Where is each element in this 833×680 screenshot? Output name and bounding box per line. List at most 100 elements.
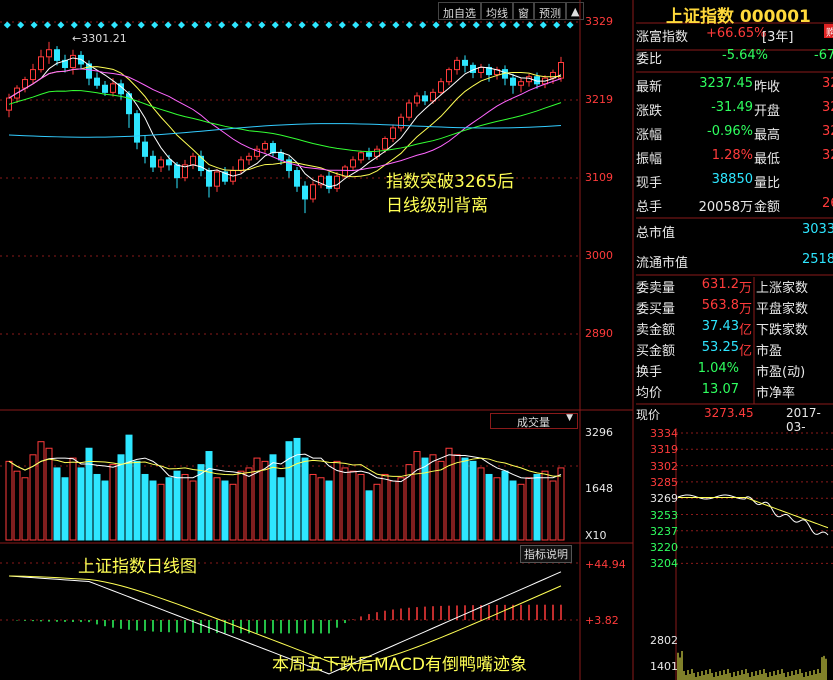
quote-row: 委比 -5.64% -67: [636, 48, 833, 70]
quote-row-value: 37.43: [702, 319, 739, 334]
quote-row-unit: 亿: [739, 319, 752, 338]
quote-row-unit: 亿: [739, 340, 752, 359]
quote-row-value: 631.2: [702, 277, 739, 292]
quote-row-value: 53.25: [702, 340, 739, 355]
volume-bar: [510, 481, 516, 540]
event-marker: [285, 21, 292, 28]
volume-bar: [358, 474, 364, 540]
volume-bar: [62, 478, 68, 540]
quote-row-label: 最低: [754, 148, 780, 167]
volume-bar: [310, 474, 316, 540]
candle-body: [167, 160, 172, 165]
intraday-axis-label: 3319: [650, 443, 678, 456]
candle-body: [407, 103, 412, 117]
candle-body: [511, 78, 516, 85]
collapse-arrow-icon[interactable]: ▲: [566, 2, 584, 20]
volume-bar: [70, 458, 76, 540]
quote-row-value: 3237.45: [699, 76, 753, 91]
candle-body: [391, 128, 396, 139]
volume-bar: [518, 484, 524, 540]
candle-body: [55, 50, 60, 61]
quote-row-label: 流通市值: [636, 256, 688, 271]
quote-row: 最新 3237.45 昨收 32: [636, 76, 833, 100]
volume-bar: [494, 478, 500, 540]
volume-bar: [134, 461, 140, 540]
forecast-button[interactable]: 预测: [534, 2, 566, 20]
event-marker: [406, 21, 413, 28]
volume-bar: [78, 468, 84, 540]
add-favorite-button[interactable]: 加自选: [438, 2, 481, 20]
event-marker: [325, 21, 332, 28]
price-axis-label: 3219: [585, 93, 613, 106]
event-marker: [513, 21, 520, 28]
moving-average-line: [9, 124, 561, 138]
indicator-selector-label: 成交量: [517, 416, 550, 429]
quote-row-label: 上涨家数: [756, 277, 808, 296]
moving-average-line: [9, 67, 561, 177]
quote-row-label: 市盈(动): [756, 361, 805, 380]
indicator-help-button[interactable]: 指标说明: [520, 545, 572, 563]
volume-bar: [390, 481, 396, 540]
volume-bar: [534, 474, 540, 540]
quote-row-unit: 万: [739, 277, 752, 296]
volume-bar: [278, 478, 284, 540]
volume-bar: [110, 465, 116, 540]
intraday-axis-label: 3220: [650, 541, 678, 554]
event-marker: [366, 21, 373, 28]
candle-body: [367, 153, 372, 157]
volume-bar: [302, 458, 308, 540]
event-marker: [500, 21, 507, 28]
intraday-axis-label: 3237: [650, 525, 678, 538]
candle-body: [351, 160, 356, 167]
event-marker: [57, 21, 64, 28]
quote-row-label: 最新: [636, 80, 662, 95]
candle-body: [359, 153, 364, 160]
annotation-line: 日线级别背离: [386, 194, 514, 218]
volume-bar: [198, 465, 204, 540]
volume-bar: [366, 491, 372, 540]
volume-bar: [22, 478, 28, 540]
event-marker: [151, 21, 158, 28]
candle-body: [295, 171, 300, 187]
event-marker: [71, 21, 78, 28]
event-marker: [205, 21, 212, 28]
candle-body: [143, 142, 148, 156]
volume-bar: [446, 448, 452, 540]
price-axis-label: 3329: [585, 15, 613, 28]
quote-row: 总市值 3033: [636, 222, 833, 252]
quote-row-value: 32: [822, 100, 833, 115]
quote-row-value: -67: [814, 48, 833, 63]
moving-average-button[interactable]: 均线: [481, 2, 513, 20]
quote-row-label: 委比: [636, 52, 662, 67]
window-button[interactable]: 窗: [513, 2, 534, 20]
candle-body: [335, 176, 340, 188]
event-marker: [245, 21, 252, 28]
quote-row: 现手 38850 量比: [636, 172, 833, 196]
price-axis-label: 3000: [585, 249, 613, 262]
quote-summary: 涨富指数 +66.65% [3年] 委比 -5.64% -67: [636, 26, 833, 70]
volume-bar: [342, 468, 348, 540]
candle-body: [103, 85, 108, 92]
candle-body: [519, 82, 524, 86]
intraday-axis-label: 3269: [650, 492, 678, 505]
candle-body: [303, 186, 308, 199]
candle-body: [135, 114, 140, 142]
quote-row-unit: 万: [739, 298, 752, 317]
quote-row-label: 量比: [754, 172, 780, 191]
event-marker: [138, 21, 145, 28]
event-marker: [191, 21, 198, 28]
indicator-selector[interactable]: 成交量 ▼: [490, 413, 578, 429]
quote-row-value: 38850: [712, 172, 753, 187]
quote-row: 总手 20058万 金额 26: [636, 196, 833, 220]
quote-row-value: -31.49: [711, 100, 753, 115]
event-marker: [339, 21, 346, 28]
chart-title-annotation: 上证指数日线图: [78, 552, 197, 577]
quote-row-label: 市盈: [756, 340, 782, 359]
quote-row-label: 换手: [636, 365, 662, 380]
candle-body: [31, 70, 36, 80]
quote-row-label: 昨收: [754, 76, 780, 95]
event-marker: [178, 21, 185, 28]
volume-bar: [558, 468, 564, 540]
event-marker: [232, 21, 239, 28]
event-marker: [419, 21, 426, 28]
